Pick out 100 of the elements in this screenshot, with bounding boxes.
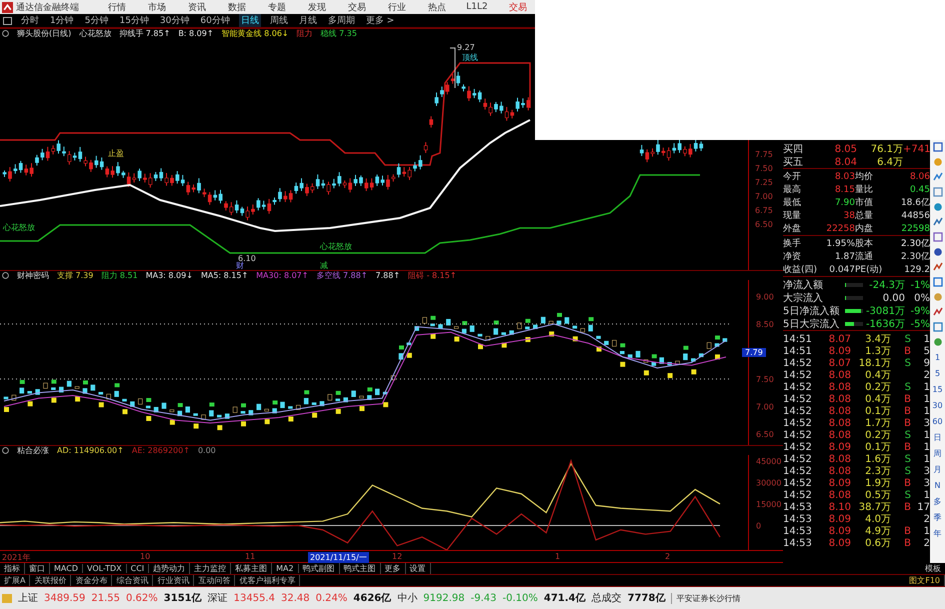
index-name[interactable]: 中小 <box>397 591 418 605</box>
indicator-tab[interactable]: 设置 <box>406 563 431 574</box>
extension-tab[interactable]: 行业资讯 <box>153 575 194 586</box>
current-price-tag: 7.79 <box>742 348 766 357</box>
flow-label: 大宗流入 <box>783 292 824 305</box>
total-label: 总成交 <box>592 592 622 605</box>
index-name[interactable]: 深证 <box>208 591 228 605</box>
indicator-tab[interactable]: VOL-TDX <box>82 564 127 573</box>
indicator-name[interactable]: 粘合必涨 <box>17 445 49 456</box>
period-shortcut[interactable]: 月 <box>934 465 942 475</box>
indicator-tab[interactable]: 鸭式副图 <box>298 563 340 574</box>
indicator-name[interactable]: 财神密码 <box>17 270 49 281</box>
template-button[interactable]: 模板 <box>921 563 945 574</box>
indicator-value: MA3: 8.09↓ <box>146 271 193 280</box>
period-tab[interactable]: 15分钟 <box>117 14 151 27</box>
tick-price: 8.09 <box>828 538 851 548</box>
period-shortcut[interactable]: 季 <box>934 513 942 523</box>
indicator-tab[interactable]: 趋势动力 <box>149 563 190 574</box>
indicator-tab[interactable]: 指标 <box>0 563 25 574</box>
indicator-tab[interactable]: 私募主图 <box>231 563 272 574</box>
indicator-name[interactable]: 心花怒放 <box>79 28 112 39</box>
menu-item[interactable]: 资讯 <box>177 0 217 14</box>
menu-item[interactable]: 行情 <box>97 0 137 14</box>
menu-item[interactable]: 发现 <box>297 0 337 14</box>
extension-tab[interactable]: 互动问答 <box>194 575 236 586</box>
extension-tab[interactable]: 资金分布 <box>71 575 112 586</box>
tick-price: 8.08 <box>828 466 851 476</box>
flow-value: 0.00 <box>882 292 905 304</box>
tick-time: 14:52 <box>783 478 813 488</box>
period-shortcut[interactable]: 15 <box>932 385 943 395</box>
period-shortcut[interactable]: 5 <box>934 369 940 379</box>
tick-price: 8.08 <box>828 454 851 464</box>
stat-label: 均价 <box>855 170 874 183</box>
f10-button[interactable]: 图文F10 <box>905 575 945 586</box>
menu-item[interactable]: 市场 <box>137 0 177 14</box>
extension-tab[interactable]: 关联报价 <box>30 575 72 586</box>
period-shortcut[interactable]: 30 <box>932 401 943 411</box>
period-tab[interactable]: 日线 <box>238 14 261 27</box>
tick-count: 1 <box>922 394 930 404</box>
period-shortcut[interactable]: N <box>934 481 940 491</box>
flow-percent: -9% <box>910 306 930 316</box>
indicator-tab[interactable]: MA2 <box>272 564 299 573</box>
indicator-tab[interactable]: 窗口 <box>25 563 50 574</box>
tick-time: 14:51 <box>783 346 813 356</box>
menu-item[interactable]: 专题 <box>257 0 297 14</box>
menu-item[interactable]: 交易 <box>337 0 377 14</box>
indicator-value: 阻碍 - 8.15↑ <box>408 270 457 281</box>
extension-tab[interactable]: 优客户福利专享 <box>235 575 300 586</box>
signal-marker: 减 <box>320 261 328 270</box>
period-tab[interactable]: 5分钟 <box>82 14 110 27</box>
tick-time: 14:52 <box>783 394 813 404</box>
indicator-tab[interactable]: 鸭式主图 <box>340 563 381 574</box>
period-tab[interactable]: 分时 <box>19 14 41 27</box>
stat-value: 44856 <box>900 210 930 220</box>
period-shortcut[interactable]: 60 <box>932 417 943 427</box>
quote-price: 8.04 <box>834 156 857 168</box>
period-tab[interactable]: 60分钟 <box>198 14 232 27</box>
period-tab[interactable]: 多周期 <box>326 14 357 27</box>
period-tab[interactable]: 周线 <box>268 14 290 27</box>
menu-item[interactable]: 行业 <box>377 0 417 14</box>
indicator-value: AD: 114906.00↑ <box>57 446 124 455</box>
period-shortcut[interactable]: 日 <box>934 433 942 443</box>
stat-value: 1.95% <box>825 238 855 248</box>
indicator-value: MA30: 8.07↑ <box>256 271 308 280</box>
extension-tab[interactable]: 综合资讯 <box>112 575 154 586</box>
extension-tab[interactable]: 扩展A <box>0 575 30 586</box>
indicator-tab[interactable]: 主力监控 <box>190 563 232 574</box>
period-tab[interactable]: 更多 > <box>364 14 396 27</box>
line-label: 心花怒放 <box>320 242 352 251</box>
period-tab[interactable]: 1分钟 <box>48 14 76 27</box>
period-shortcut[interactable]: 年 <box>934 529 942 539</box>
circle-icon <box>2 447 9 454</box>
index-pct: 0.62% <box>126 592 158 604</box>
tick-volume: 1.6万 <box>864 453 891 466</box>
tick-volume: 1.9万 <box>864 477 891 490</box>
index-value: 3489.59 <box>44 592 86 604</box>
flow-percent: -1% <box>910 280 930 290</box>
trade-side: B <box>903 478 911 488</box>
indicator-tab[interactable]: 更多 <box>380 563 406 574</box>
period-tab[interactable]: 月线 <box>296 14 319 27</box>
tick-price: 8.08 <box>828 370 851 380</box>
indicator-tab[interactable]: MACD <box>50 564 83 573</box>
period-shortcut[interactable]: 1 <box>934 353 940 363</box>
period-shortcut[interactable]: 周 <box>934 449 942 459</box>
period-tab[interactable]: 30分钟 <box>158 14 192 27</box>
axis-label: 6.50 <box>756 430 774 439</box>
tick-count: 1 <box>922 454 930 464</box>
stat-label: 总量 <box>855 210 874 222</box>
menu-item[interactable]: 数据 <box>217 0 257 14</box>
axis-label: 6.50 <box>755 220 773 229</box>
trade-link[interactable]: 交易 <box>509 0 527 14</box>
app-logo-icon <box>2 2 13 12</box>
stat-label: 最低 <box>783 196 802 209</box>
index-name[interactable]: 上证 <box>18 591 38 605</box>
indicator-tab[interactable]: CCI <box>126 564 150 573</box>
axis-label: 7.75 <box>755 150 773 159</box>
menu-item[interactable]: L1L2 <box>457 2 497 12</box>
menu-item[interactable]: 热点 <box>417 0 457 14</box>
tick-price: 8.08 <box>828 394 851 404</box>
period-shortcut[interactable]: 多 <box>934 497 942 507</box>
